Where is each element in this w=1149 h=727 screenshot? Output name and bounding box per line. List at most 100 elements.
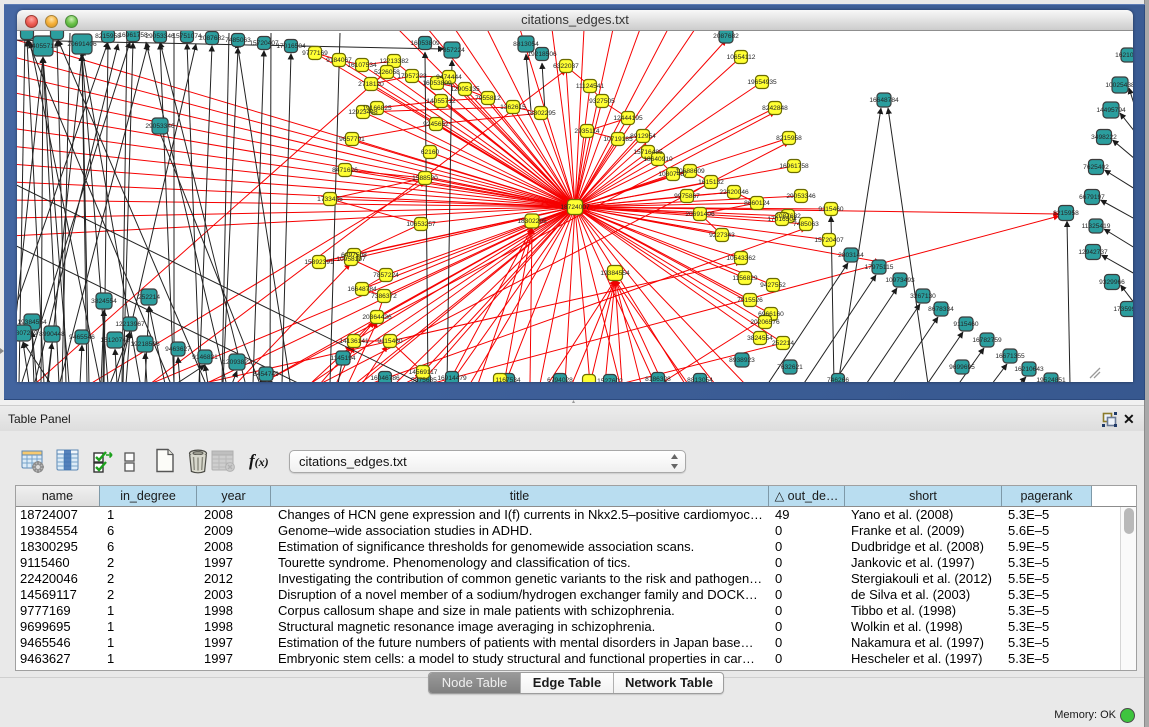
svg-text:15751074: 15751074 [172,33,202,40]
svg-text:9227343: 9227343 [709,232,735,239]
svg-text:15892391: 15892391 [304,259,334,266]
svg-text:9146821: 9146821 [192,354,218,361]
svg-text:12905135: 12905135 [450,86,480,93]
svg-text:7955812: 7955812 [475,95,501,102]
svg-text:2803144: 2803144 [838,252,864,259]
svg-text:746266: 746266 [827,377,849,382]
svg-text:1621072: 1621072 [1115,52,1133,59]
svg-text:17016504: 17016504 [767,216,797,223]
svg-text:6679197: 6679197 [1079,194,1105,201]
svg-text:29053346: 29053346 [145,123,175,130]
svg-text:15716485: 15716485 [633,149,663,156]
svg-text:8912954: 8912954 [630,133,656,140]
svg-text:8242848: 8242848 [762,105,788,112]
svg-text:6322037: 6322037 [553,63,579,70]
svg-text:17975115: 17975115 [865,264,894,271]
svg-text:7857224: 7857224 [439,47,465,54]
svg-text:62160: 62160 [421,149,440,156]
svg-text:15720407: 15720407 [249,40,279,47]
svg-text:18724007: 18724007 [560,204,590,211]
svg-text:16961758: 16961758 [118,32,148,39]
svg-text:9115460: 9115460 [377,338,403,345]
svg-text:20691406: 20691406 [685,211,715,218]
svg-text:29053346: 29053346 [145,33,175,40]
svg-text:9245652: 9245652 [423,121,449,128]
svg-text:14055712: 14055712 [28,43,58,50]
svg-text:1167534: 1167534 [495,377,521,382]
svg-text:10958107: 10958107 [336,256,366,263]
svg-text:19218506: 19218506 [527,51,557,58]
svg-text:22420046: 22420046 [719,189,749,196]
svg-text:7485063: 7485063 [793,221,819,228]
svg-text:16648784: 16648784 [869,97,899,104]
svg-text:10719185: 10719185 [603,136,633,143]
svg-text:1527602: 1527602 [597,378,623,382]
svg-text:252214: 252214 [772,340,794,347]
svg-text:12213382: 12213382 [379,58,409,65]
svg-text:20691406: 20691406 [67,41,97,48]
svg-text:17359924: 17359924 [1113,306,1133,313]
svg-text:6966160: 6966160 [758,311,784,318]
svg-text:20364436: 20364436 [362,314,392,321]
svg-text:1733436: 1733436 [317,196,343,203]
svg-text:16107534: 16107534 [347,62,377,69]
svg-text:12923448: 12923448 [348,109,378,116]
svg-text:8678334: 8678334 [928,306,954,313]
svg-text:16120746: 16120746 [100,337,130,344]
svg-text:8660124: 8660124 [744,200,770,207]
svg-text:6794028: 6794028 [547,377,573,382]
svg-text:14055712: 14055712 [426,98,456,105]
svg-text:9975867: 9975867 [674,193,700,200]
svg-text:19218506: 19218506 [130,341,160,348]
svg-text:8813054: 8813054 [687,377,713,382]
svg-text:7625402: 7625402 [1083,164,1109,171]
svg-text:9699695: 9699695 [949,364,975,371]
svg-text:9777169: 9777169 [302,50,328,57]
svg-text:18640910: 18640910 [643,156,673,163]
svg-text:9115460: 9115460 [953,321,979,328]
svg-text:8215958: 8215958 [776,135,802,142]
svg-text:14569117: 14569117 [409,369,438,376]
svg-text:9463627: 9463627 [165,346,191,353]
svg-text:10653257: 10653257 [406,221,436,228]
svg-text:29053346: 29053346 [786,193,816,200]
svg-text:8990448: 8990448 [39,331,65,338]
svg-text:1156829: 1156829 [732,275,758,282]
svg-text:18302295: 18302295 [526,110,556,117]
svg-text:7485063: 7485063 [225,37,251,44]
svg-text:12093822: 12093822 [222,359,252,366]
svg-text:10688609: 10688609 [675,168,705,175]
svg-text:12942737: 12942737 [1078,249,1108,256]
svg-text:7515526: 7515526 [737,297,763,304]
svg-text:17957223: 17957223 [397,73,427,80]
svg-text:7632621: 7632621 [777,364,803,371]
svg-text:16046786: 16046786 [370,375,400,382]
svg-text:2087682: 2087682 [199,35,225,42]
svg-text:1362615: 1362615 [500,104,526,111]
svg-text:2718120: 2718120 [358,81,384,88]
svg-text:10025438: 10025438 [1105,82,1133,89]
svg-text:3824554: 3824554 [747,335,773,342]
svg-text:1588520: 1588520 [412,175,438,182]
svg-text:10654112: 10654112 [727,54,756,61]
svg-text:252214: 252214 [138,294,160,301]
svg-text:9427552: 9427552 [760,282,786,289]
svg-text:1615132: 1615132 [698,179,724,186]
svg-text:17016504: 17016504 [276,43,306,50]
svg-text:18807249: 18807249 [17,330,38,337]
svg-text:10973493: 10973493 [885,277,915,284]
svg-text:2087682: 2087682 [713,33,739,40]
svg-text:9465546: 9465546 [69,334,95,341]
svg-text:9327505: 9327505 [589,98,615,105]
svg-text:16961758: 16961758 [779,163,809,170]
svg-text:9657791: 9657791 [339,136,365,143]
svg-text:8186328: 8186328 [645,376,671,382]
svg-text:14495794: 14495794 [1096,107,1126,114]
svg-text:19384554: 19384554 [17,319,47,326]
svg-text:16782759: 16782759 [972,337,1002,344]
svg-text:12444195: 12444195 [613,115,643,122]
svg-text:8215958: 8215958 [95,33,121,40]
svg-text:19524851: 19524851 [1036,377,1066,382]
svg-text:9115460: 9115460 [818,206,844,213]
svg-text:19654935: 19654935 [747,79,777,86]
